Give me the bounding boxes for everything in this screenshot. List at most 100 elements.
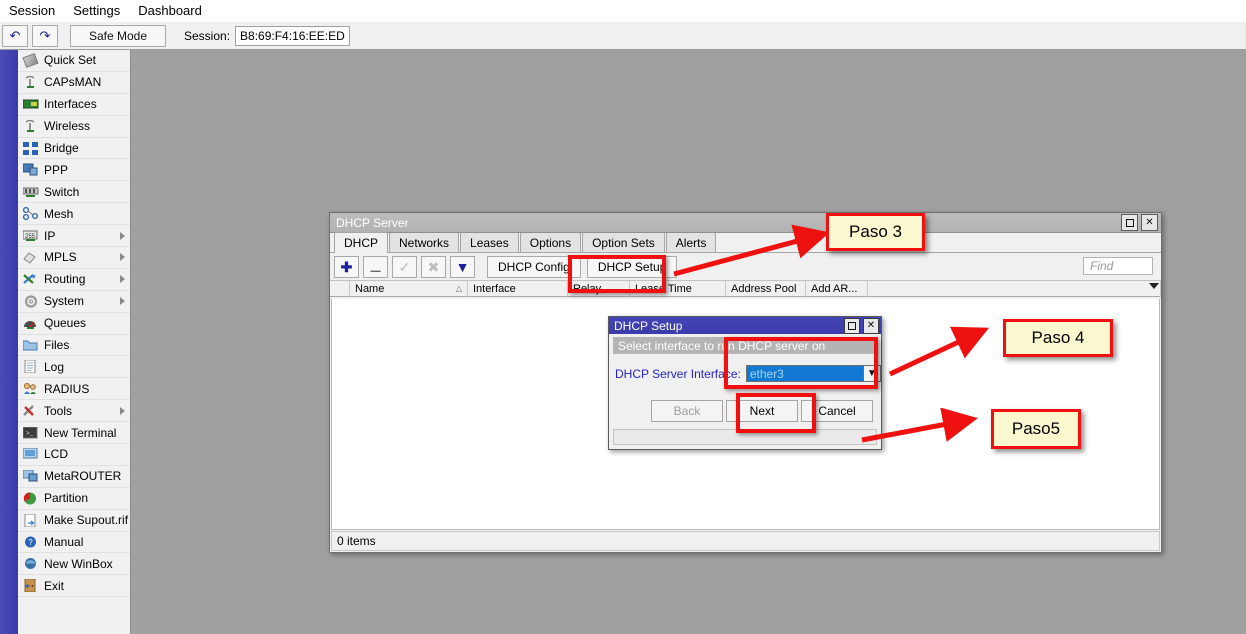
dhcp-server-title-bar[interactable]: DHCP Server ✕ (330, 213, 1161, 233)
menu-item-settings[interactable]: Settings (64, 1, 129, 21)
restore-box-icon[interactable] (844, 318, 860, 334)
tab-leases[interactable]: Leases (460, 232, 519, 252)
chevron-right-icon (120, 407, 125, 415)
tab-networks[interactable]: Networks (389, 232, 459, 252)
sidebar-item-lcd[interactable]: LCD (18, 444, 131, 466)
chevron-down-icon[interactable]: ▼ (864, 365, 881, 382)
funnel-filter-icon[interactable]: ▼ (450, 256, 475, 278)
safe-mode-button[interactable]: Safe Mode (70, 25, 166, 47)
cross-icon[interactable]: ✖ (421, 256, 446, 278)
sidebar-item-interfaces[interactable]: Interfaces (18, 94, 131, 116)
dhcp-setup-button[interactable]: DHCP Setup (587, 256, 677, 278)
dhcp-table-header: Name △ Interface Relay Lease Time Addres… (330, 280, 1161, 297)
dhcp-status-bar: 0 items (331, 531, 1160, 551)
column-header-name[interactable]: Name △ (350, 280, 468, 297)
monitor-icon (22, 447, 39, 462)
next-button[interactable]: Next (726, 400, 798, 422)
dhcp-server-interface-select[interactable]: ether3 (746, 365, 864, 382)
sidebar-item-wireless[interactable]: Wireless (18, 116, 131, 138)
sidebar-item-label: Exit (44, 579, 64, 593)
close-x-icon[interactable]: ✕ (863, 318, 879, 334)
sidebar-item-ppp[interactable]: PPP (18, 159, 131, 181)
dhcp-setup-title-bar[interactable]: DHCP Setup ✕ (609, 317, 881, 334)
undo-arrow-icon[interactable]: ↶ (2, 25, 28, 47)
check-icon[interactable]: ✓ (392, 256, 417, 278)
sidebar-item-log[interactable]: Log (18, 356, 131, 378)
session-mac-field[interactable]: B8:69:F4:16:EE:ED (235, 26, 350, 46)
svg-text:>_: >_ (26, 430, 34, 437)
sidebar-item-tools[interactable]: Tools (18, 400, 131, 422)
annotation-note-paso-5: Paso5 (991, 409, 1081, 449)
sidebar-item-mpls[interactable]: MPLS (18, 247, 131, 269)
find-input[interactable]: Find (1083, 257, 1153, 275)
column-header-interface[interactable]: Interface (468, 280, 568, 297)
sidebar-item-label: Partition (44, 491, 88, 505)
sidebar-item-system[interactable]: System (18, 291, 131, 313)
dhcp-server-interface-label: DHCP Server Interface: (615, 367, 741, 381)
app-toolbar: ↶ ↷ Safe Mode Session: B8:69:F4:16:EE:ED (0, 22, 1246, 50)
mesh-icon (22, 206, 39, 221)
tab-option-sets[interactable]: Option Sets (582, 232, 665, 252)
column-chooser-icon[interactable] (1149, 283, 1159, 289)
column-header-add-arp[interactable]: Add AR... (806, 280, 868, 297)
sidebar-item-routing[interactable]: Routing (18, 269, 131, 291)
sidebar-item-mesh[interactable]: Mesh (18, 203, 131, 225)
sidebar-item-make-supout[interactable]: Make Supout.rif (18, 510, 131, 532)
terminal-icon: >_ (22, 425, 39, 440)
menu-item-session[interactable]: Session (0, 1, 64, 21)
sidebar-item-files[interactable]: Files (18, 335, 131, 357)
menu-item-dashboard[interactable]: Dashboard (129, 1, 211, 21)
tab-alerts[interactable]: Alerts (666, 232, 717, 252)
sidebar-item-label: CAPsMAN (44, 75, 101, 89)
sidebar-item-label: MetaROUTER (44, 469, 121, 483)
sidebar-brand-band: OS WinBox (0, 50, 18, 634)
sidebar-item-bridge[interactable]: Bridge (18, 138, 131, 160)
tools-wrench-icon (22, 403, 39, 418)
sidebar-item-label: Quick Set (44, 53, 96, 67)
sidebar-item-new-winbox[interactable]: New WinBox (18, 553, 131, 575)
chevron-right-icon (120, 275, 125, 283)
sidebar-item-label: Routing (44, 272, 85, 286)
restore-box-icon[interactable] (1121, 214, 1138, 231)
back-button[interactable]: Back (651, 400, 723, 422)
sidebar-item-new-terminal[interactable]: >_ New Terminal (18, 422, 131, 444)
partition-pie-icon (22, 491, 39, 506)
sidebar-item-quick-set[interactable]: Quick Set (18, 50, 131, 72)
radius-users-icon (22, 381, 39, 396)
sidebar-item-ip[interactable]: 255 IP (18, 225, 131, 247)
sidebar-item-label: System (44, 294, 84, 308)
dhcp-config-button[interactable]: DHCP Config (487, 256, 581, 278)
sidebar-menu: OS WinBox Quick Set CAPsMAN Interfaces W… (0, 50, 131, 634)
ppp-monitor-icon (22, 162, 39, 177)
svg-text:?: ? (28, 538, 33, 547)
sidebar-item-exit[interactable]: Exit (18, 575, 131, 597)
tab-dhcp[interactable]: DHCP (334, 232, 388, 253)
column-header-relay[interactable]: Relay (568, 280, 630, 297)
sidebar-item-capsman[interactable]: CAPsMAN (18, 72, 131, 94)
log-page-icon (22, 359, 39, 374)
item-count-label: 0 items (337, 534, 376, 548)
dhcp-window-toolbar: ✚ ⚊ ✓ ✖ ▼ DHCP Config DHCP Setup Find (330, 253, 1161, 280)
sidebar-item-queues[interactable]: Queues (18, 313, 131, 335)
plus-icon[interactable]: ✚ (334, 256, 359, 278)
antenna-icon (22, 75, 39, 90)
sidebar-item-switch[interactable]: Switch (18, 181, 131, 203)
bridge-nodes-icon (22, 141, 39, 156)
redo-arrow-icon[interactable]: ↷ (32, 25, 58, 47)
sort-ascending-icon: △ (456, 284, 462, 293)
sidebar-item-partition[interactable]: Partition (18, 488, 131, 510)
tab-options[interactable]: Options (520, 232, 581, 252)
sidebar-item-metarouter[interactable]: MetaROUTER (18, 466, 131, 488)
column-header-address-pool[interactable]: Address Pool (726, 280, 806, 297)
sidebar-item-manual[interactable]: ? Manual (18, 532, 131, 554)
minus-icon[interactable]: ⚊ (363, 256, 388, 278)
sidebar-item-radius[interactable]: RADIUS (18, 378, 131, 400)
column-header-lease-time[interactable]: Lease Time (630, 280, 726, 297)
close-x-icon[interactable]: ✕ (1141, 214, 1158, 231)
sidebar-item-label: Interfaces (44, 97, 97, 111)
mpls-tags-icon (22, 250, 39, 265)
chevron-right-icon (120, 232, 125, 240)
sidebar-item-label: Wireless (44, 119, 90, 133)
cancel-button[interactable]: Cancel (801, 400, 873, 422)
folder-icon (22, 338, 39, 353)
